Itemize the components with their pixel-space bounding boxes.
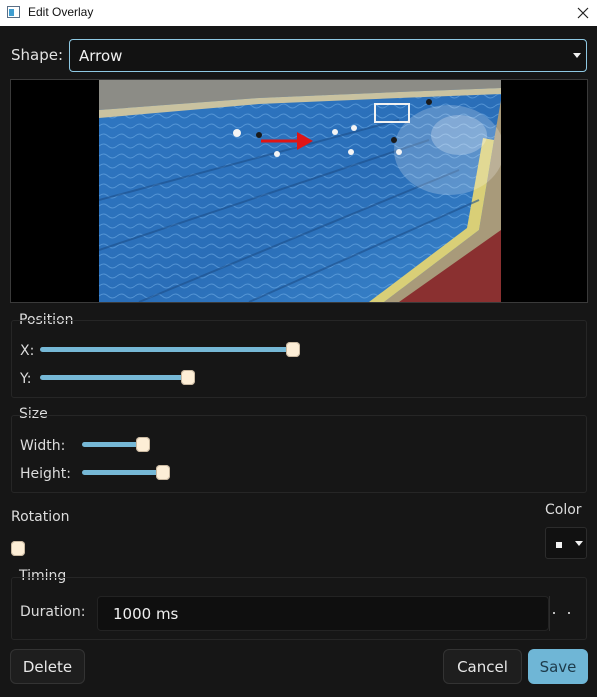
app-icon [7,6,20,18]
height-slider-track[interactable] [82,470,164,475]
edit-overlay-window: Edit Overlay Shape: Arrow Position X: Y:… [0,0,597,697]
height-label: Height: [20,466,71,482]
duration-value: 1000 ms [113,605,179,623]
x-label: X: [20,343,35,359]
color-label: Color [545,502,582,518]
spin-down-icon[interactable] [553,612,555,614]
close-button[interactable] [569,0,597,26]
cancel-button[interactable]: Cancel [443,649,522,684]
width-slider-handle[interactable] [136,437,150,452]
color-swatch [556,542,562,548]
title-bar: Edit Overlay [0,0,597,26]
y-label: Y: [20,371,32,387]
duration-spinner[interactable] [549,596,577,631]
chevron-down-icon [573,53,581,58]
shape-label: Shape: [11,46,64,64]
delete-button[interactable]: Delete [10,649,85,684]
duration-input[interactable]: 1000 ms [97,596,549,631]
color-picker-button[interactable] [545,527,587,559]
y-slider-track[interactable] [40,375,188,380]
rotation-slider-handle[interactable] [11,541,25,556]
video-preview [10,79,588,303]
x-slider-track[interactable] [40,347,293,352]
save-button[interactable]: Save [528,649,588,684]
spin-up-icon[interactable] [568,612,570,614]
duration-label: Duration: [20,604,86,620]
chevron-down-icon [575,541,583,546]
width-label: Width: [20,438,66,454]
width-slider-track[interactable] [82,442,144,447]
size-group [11,415,587,493]
y-slider-handle[interactable] [181,370,195,385]
position-group [11,320,587,398]
preview-frame [99,80,501,302]
close-icon [577,7,589,19]
height-slider-handle[interactable] [156,465,170,480]
window-title: Edit Overlay [28,5,94,19]
shape-dropdown[interactable]: Arrow [69,39,587,72]
rotation-label: Rotation [11,509,70,525]
x-slider-handle[interactable] [286,342,300,357]
shape-dropdown-value: Arrow [79,47,123,65]
